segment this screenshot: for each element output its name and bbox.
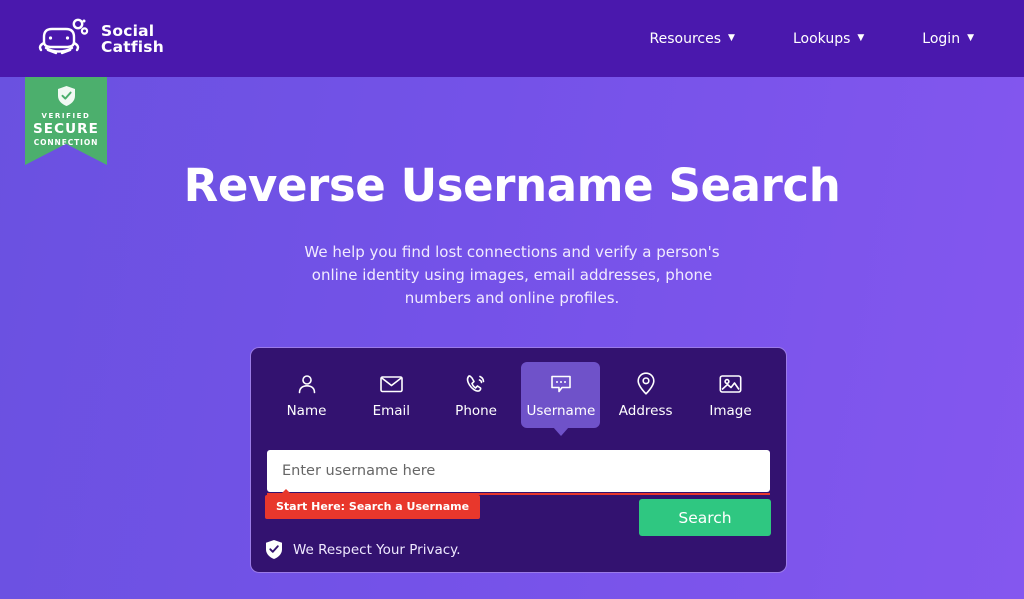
nav-label-lookups: Lookups <box>792 30 851 47</box>
chevron-down-icon: ▼ <box>967 33 974 43</box>
map-pin-icon <box>606 372 685 395</box>
nav-label-resources: Resources <box>649 30 722 47</box>
nav-item-resources[interactable]: Resources ▼ <box>640 25 745 53</box>
envelope-icon <box>352 372 431 395</box>
shield-check-icon <box>57 86 75 106</box>
logo[interactable]: Social Catfish <box>36 17 164 61</box>
logo-line-2: Catfish <box>101 37 164 56</box>
tab-label-username: Username <box>526 403 596 419</box>
badge-line-3: CONNECTION <box>33 138 99 147</box>
tab-address[interactable]: Address <box>606 362 685 428</box>
tab-email[interactable]: Email <box>352 362 431 428</box>
badge-line-2: SECURE <box>32 121 100 137</box>
logo-text: Social Catfish <box>101 23 164 55</box>
photo-icon <box>691 372 770 395</box>
search-type-tabs: Name Email Phone Username Address Image <box>251 348 786 428</box>
nav-item-lookups[interactable]: Lookups ▼ <box>783 25 874 53</box>
tab-label-phone: Phone <box>455 403 497 419</box>
person-icon <box>267 372 346 395</box>
badge-line-1: VERIFIED <box>41 112 91 120</box>
verified-secure-connection-badge: VERIFIED SECURE CONNECTION <box>25 77 107 165</box>
privacy-notice: We Respect Your Privacy. <box>266 540 461 559</box>
tab-username[interactable]: Username <box>521 362 601 428</box>
chevron-down-icon: ▼ <box>728 33 735 43</box>
search-button[interactable]: Search <box>639 499 771 536</box>
chevron-down-icon: ▼ <box>857 33 865 43</box>
page-title: Reverse Username Search <box>183 159 841 212</box>
tab-image[interactable]: Image <box>691 362 770 428</box>
search-input-wrapper <box>267 450 770 495</box>
tab-name[interactable]: Name <box>267 362 346 428</box>
site-header: Social Catfish Resources ▼ Lookups ▼ Log… <box>0 0 1024 77</box>
start-here-tooltip: Start Here: Search a Username <box>265 489 481 519</box>
chat-bubble-icon <box>521 372 600 395</box>
tab-label-email: Email <box>372 403 411 419</box>
hero-section: Reverse Username Search We help you find… <box>0 160 1024 310</box>
tab-phone[interactable]: Phone <box>437 362 516 428</box>
tab-label-address: Address <box>618 403 673 419</box>
hero-subtitle: We help you find lost connections and ve… <box>304 243 720 307</box>
phone-icon <box>437 372 516 395</box>
tab-label-name: Name <box>286 403 327 419</box>
privacy-text: We Respect Your Privacy. <box>293 541 461 558</box>
shield-check-icon <box>266 540 282 559</box>
catfish-logo-icon <box>36 17 92 61</box>
tab-label-image: Image <box>709 403 752 419</box>
main-navigation: Resources ▼ Lookups ▼ Login ▼ <box>602 25 984 53</box>
search-input[interactable] <box>267 450 770 492</box>
nav-item-login[interactable]: Login ▼ <box>912 25 984 53</box>
nav-label-login: Login <box>922 30 961 47</box>
